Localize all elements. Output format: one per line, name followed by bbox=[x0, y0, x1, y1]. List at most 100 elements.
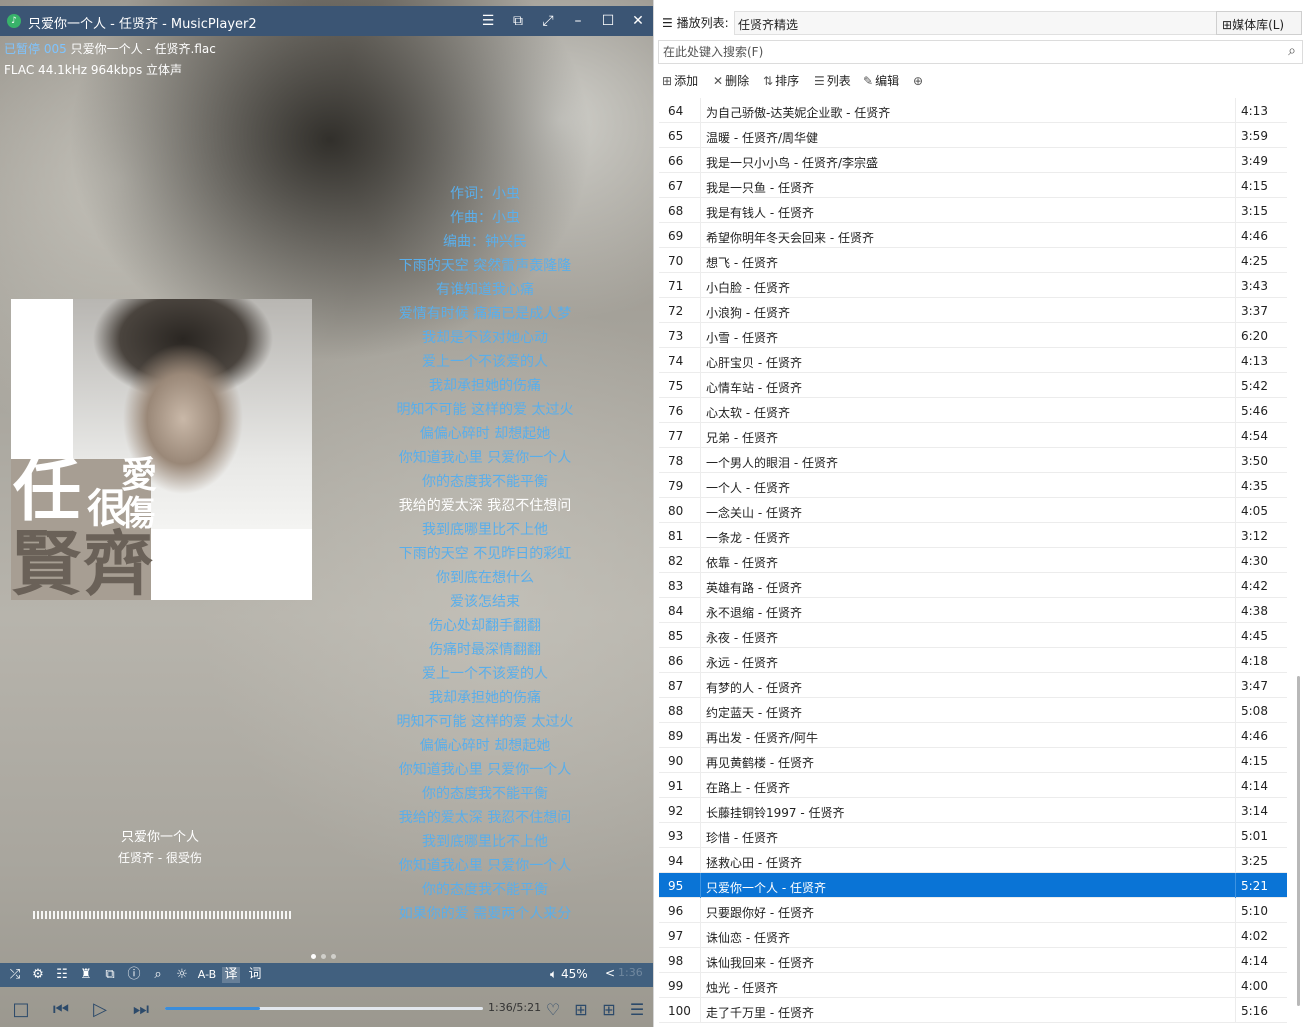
play-icon[interactable]: ▷ bbox=[88, 999, 112, 1021]
track-name: 温暖 - 任贤齐/周华健 bbox=[706, 131, 819, 145]
translate-button[interactable]: 译 bbox=[222, 967, 240, 983]
table-row[interactable]: 87 有梦的人 - 任贤齐 3:47 bbox=[659, 673, 1287, 698]
stop-icon[interactable]: □ bbox=[9, 999, 33, 1021]
table-row[interactable]: 98 诛仙我回来 - 任贤齐 4:14 bbox=[659, 948, 1287, 973]
locate-button[interactable]: ⊕ bbox=[913, 72, 925, 90]
table-row[interactable]: 80 一念关山 - 任贤齐 4:05 bbox=[659, 498, 1287, 523]
page-dot[interactable] bbox=[311, 954, 316, 959]
table-row[interactable]: 96 只要跟你好 - 任贤齐 5:10 bbox=[659, 898, 1287, 923]
search-input[interactable] bbox=[663, 44, 1273, 60]
track-number: 93 bbox=[668, 829, 684, 843]
close-icon[interactable]: ✕ bbox=[627, 10, 649, 32]
skin-icon[interactable]: ♜ bbox=[77, 967, 95, 983]
table-row[interactable]: 78 一个男人的眼泪 - 任贤齐 3:50 bbox=[659, 448, 1287, 473]
table-row[interactable]: 91 在路上 - 任贤齐 4:14 bbox=[659, 773, 1287, 798]
column-divider bbox=[700, 373, 701, 398]
table-row[interactable]: 77 兄弟 - 任贤齐 4:54 bbox=[659, 423, 1287, 448]
table-row[interactable]: 68 我是有钱人 - 任贤齐 3:15 bbox=[659, 198, 1287, 223]
table-row[interactable]: 73 小雪 - 任贤齐 6:20 bbox=[659, 323, 1287, 348]
table-row[interactable]: 97 诛仙恋 - 任贤齐 4:02 bbox=[659, 923, 1287, 948]
playlist-selector[interactable]: 任贤齐精选 ⌵ bbox=[734, 11, 1246, 35]
favorite-icon[interactable]: ♡ bbox=[541, 999, 565, 1021]
lyric-line: 伤心处却翻手翻翻 bbox=[429, 618, 541, 634]
edit-button[interactable]: ✎ 编辑 bbox=[863, 72, 899, 90]
menu-icon[interactable]: ☰ bbox=[477, 10, 499, 32]
search-icon[interactable]: ⌕ bbox=[149, 967, 167, 983]
delete-button[interactable]: ✕ 删除 bbox=[713, 72, 749, 90]
mini-mode-icon[interactable]: ⧉ bbox=[101, 967, 119, 983]
table-row[interactable]: 99 烛光 - 任贤齐 4:00 bbox=[659, 973, 1287, 998]
table-row[interactable]: 82 依靠 - 任贤齐 4:30 bbox=[659, 548, 1287, 573]
brightness-icon[interactable]: ☼ bbox=[173, 967, 191, 983]
lyric-line: 我却是不该对她心动 bbox=[422, 330, 548, 346]
shuffle-icon[interactable]: ⤮ bbox=[6, 967, 24, 983]
search-box[interactable]: ⌕ bbox=[658, 40, 1303, 64]
table-row[interactable]: 93 珍惜 - 任贤齐 5:01 bbox=[659, 823, 1287, 848]
page-indicator[interactable] bbox=[311, 948, 341, 962]
page-dot[interactable] bbox=[321, 954, 326, 959]
minimize-icon[interactable]: – bbox=[567, 10, 589, 32]
table-row[interactable]: 84 永不退缩 - 任贤齐 4:38 bbox=[659, 598, 1287, 623]
page-dot[interactable] bbox=[331, 954, 336, 959]
maximize-icon[interactable]: ☐ bbox=[597, 10, 619, 32]
track-name: 拯救心田 - 任贤齐 bbox=[706, 856, 802, 870]
list-button[interactable]: ☰ 列表 bbox=[814, 72, 851, 90]
info-icon[interactable]: ⓘ bbox=[125, 967, 143, 983]
now-playing-line: 已暂停 005 只爱你一个人 - 任贤齐.flac bbox=[4, 40, 216, 57]
playlist-panel: ☰ 播放列表: 任贤齐精选 ⌵ ⊞媒体库(L) ⌕ ⊞添加 ✕删除 ⇅排序 ☰列… bbox=[653, 0, 1305, 1027]
table-row[interactable]: 67 我是一只鱼 - 任贤齐 4:15 bbox=[659, 173, 1287, 198]
scrollbar[interactable] bbox=[1294, 98, 1304, 1018]
table-row[interactable]: 74 心肝宝贝 - 任贤齐 4:13 bbox=[659, 348, 1287, 373]
mini-mode-icon[interactable]: ⧉ bbox=[507, 10, 529, 32]
table-row[interactable]: 70 想飞 - 任贤齐 4:25 bbox=[659, 248, 1287, 273]
column-divider bbox=[700, 898, 701, 923]
table-row[interactable]: 92 长藤挂铜铃1997 - 任贤齐 3:14 bbox=[659, 798, 1287, 823]
ab-repeat-button[interactable]: A-B bbox=[196, 967, 218, 983]
fullscreen-icon[interactable]: ⤢ bbox=[537, 10, 559, 32]
add-button[interactable]: ⊞ 添加 bbox=[662, 72, 698, 90]
table-row[interactable]: 83 英雄有路 - 任贤齐 4:42 bbox=[659, 573, 1287, 598]
column-divider bbox=[1235, 798, 1236, 823]
track-duration: 4:14 bbox=[1241, 779, 1268, 793]
table-row[interactable]: 69 希望你明年冬天会回来 - 任贤齐 4:46 bbox=[659, 223, 1287, 248]
lyrics-button[interactable]: 词 bbox=[246, 967, 264, 983]
table-row[interactable]: 85 永夜 - 任贤齐 4:45 bbox=[659, 623, 1287, 648]
table-row[interactable]: 86 永远 - 任贤齐 4:18 bbox=[659, 648, 1287, 673]
search-icon[interactable]: ⌕ bbox=[1288, 43, 1296, 59]
next-icon[interactable]: ⏭︎ bbox=[129, 999, 153, 1021]
column-divider bbox=[1235, 323, 1236, 348]
table-row[interactable]: 65 温暖 - 任贤齐/周华健 3:59 bbox=[659, 123, 1287, 148]
table-row[interactable]: 94 拯救心田 - 任贤齐 3:25 bbox=[659, 848, 1287, 873]
table-row[interactable]: 64 为自己骄傲-达芙妮企业歌 - 任贤齐 4:13 bbox=[659, 98, 1287, 123]
lyric-line: 你知道我心里 只爱你一个人 bbox=[398, 858, 572, 874]
table-row[interactable]: 81 一条龙 - 任贤齐 3:12 bbox=[659, 523, 1287, 548]
table-row[interactable]: 88 约定蓝天 - 任贤齐 5:08 bbox=[659, 698, 1287, 723]
collapse-arrow[interactable]: < bbox=[605, 966, 615, 980]
table-row[interactable]: 79 一个人 - 任贤齐 4:35 bbox=[659, 473, 1287, 498]
table-row[interactable]: 75 心情车站 - 任贤齐 5:42 bbox=[659, 373, 1287, 398]
table-row[interactable]: 89 再出发 - 任贤齐/阿牛 4:46 bbox=[659, 723, 1287, 748]
track-duration: 4:14 bbox=[1241, 954, 1268, 968]
column-divider bbox=[1235, 698, 1236, 723]
playlist-icon[interactable]: ☰ bbox=[625, 999, 649, 1021]
music-note-icon: ♪ bbox=[7, 14, 21, 28]
previous-icon[interactable]: ⏮︎ bbox=[49, 999, 73, 1021]
media-library-button[interactable]: ⊞媒体库(L) bbox=[1216, 11, 1302, 35]
track-name: 约定蓝天 - 任贤齐 bbox=[706, 706, 802, 720]
volume-control[interactable]: 🔈︎ 45% bbox=[550, 967, 588, 982]
add-to-playlist-icon[interactable]: ⊞ bbox=[569, 999, 593, 1021]
grid-icon[interactable]: ⊞ bbox=[597, 999, 621, 1021]
scrollbar-thumb[interactable] bbox=[1297, 676, 1300, 1006]
settings-icon[interactable]: ⚙ bbox=[29, 967, 47, 983]
progress-bar[interactable] bbox=[165, 1007, 483, 1010]
album-cover: 任 很 愛 傷 賢 齊 bbox=[11, 299, 312, 600]
table-row[interactable]: 76 心太软 - 任贤齐 5:46 bbox=[659, 398, 1287, 423]
table-row[interactable]: 90 再见黄鹤楼 - 任贤齐 4:15 bbox=[659, 748, 1287, 773]
equalizer-icon[interactable]: ☷ bbox=[53, 967, 71, 983]
table-row[interactable]: 100 走了千万里 - 任贤齐 5:16 bbox=[659, 998, 1287, 1023]
table-row[interactable]: 66 我是一只小小鸟 - 任贤齐/李宗盛 3:49 bbox=[659, 148, 1287, 173]
table-row-selected[interactable]: 95 只爱你一个人 - 任贤齐 5:21 bbox=[659, 873, 1287, 898]
sort-button[interactable]: ⇅ 排序 bbox=[763, 72, 799, 90]
table-row[interactable]: 71 小白脸 - 任贤齐 3:43 bbox=[659, 273, 1287, 298]
table-row[interactable]: 72 小浪狗 - 任贤齐 3:37 bbox=[659, 298, 1287, 323]
